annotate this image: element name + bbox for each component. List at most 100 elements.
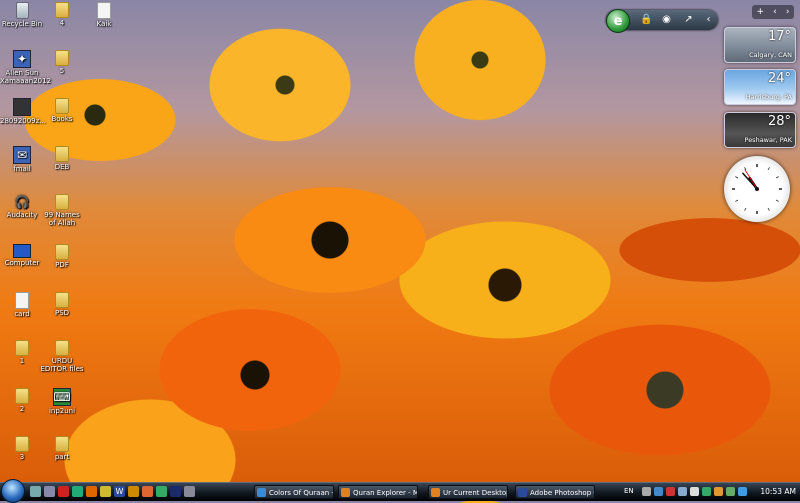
document-icon [13,98,31,116]
weather-city: Harrisburg, PA [745,93,792,101]
document-icon [97,2,111,19]
taskbar-button-colors-of-quraan[interactable]: Colors Of Quraan - ... [254,485,334,499]
prev-gadget-button[interactable]: ‹ [773,7,777,17]
desktop-icon-urdu-editor[interactable]: URDU EDITOR files [40,340,84,373]
desktop-icon-psd[interactable]: PSD [40,292,84,317]
desktop-icon-folder-3[interactable]: 3 [0,436,44,461]
switch-windows-icon[interactable] [44,486,55,497]
weather-temp: 17° [767,29,791,44]
lock-icon[interactable]: 🔒 [640,13,653,26]
show-desktop-icon[interactable] [30,486,41,497]
clock-gadget[interactable] [724,156,790,222]
desktop-icon-part[interactable]: part [40,436,84,461]
desktop-icon-books[interactable]: Books [40,98,84,123]
desktop-icon-pdf[interactable]: PDF [40,244,84,269]
excel-quicklaunch-icon[interactable] [128,486,139,497]
chart-icon[interactable]: ↗ [682,13,695,26]
clock-tick [775,176,779,179]
sidebar-toolbar: + ‹ › [752,5,794,19]
firefox-icon [431,488,440,497]
desktop-icon-label: Kaik [96,20,112,28]
desktop-icon-label: 3 [19,453,25,461]
firefox-quicklaunch-icon[interactable] [142,486,153,497]
tray-help-icon[interactable] [654,487,663,496]
next-gadget-button[interactable]: › [786,7,790,17]
taskbar-button-label: Colors Of Quraan - ... [269,489,334,497]
desktop-icon-folder-5[interactable]: 5 [40,50,84,75]
folder-icon [55,146,69,162]
browser-quicklaunch-icon[interactable] [58,486,69,497]
desktop-icon-label: DEB [54,163,70,171]
taskbar-button-quran-explorer[interactable]: Quran Explorer - Mo... [338,485,418,499]
folder-quicklaunch-icon[interactable] [100,486,111,497]
folder-icon [55,292,69,308]
tray-power-icon[interactable] [726,487,735,496]
taskbar-button-ur-current-desktop[interactable]: Ur Current Desktop ... [428,485,508,499]
app-icon: ✦ [13,50,31,68]
tray-app-icon[interactable] [642,487,651,496]
desktop-icon-label: 1 [19,357,25,365]
taskbar-clock[interactable]: 10:53 AM [760,487,796,496]
taskbar-button-label: Quran Explorer - Mo... [353,489,417,497]
tray-network-icon[interactable] [678,487,687,496]
clock-tick [744,207,747,211]
recycle-bin-icon [15,2,29,19]
arrow-left-icon[interactable]: ‹ [702,13,715,26]
weather-gadget-peshawar[interactable]: 28° Peshawar, PAK [724,112,796,148]
desktop-icon-fmail[interactable]: ✉ fmail [0,146,44,173]
desktop-icon-computer[interactable]: Computer [0,244,44,267]
more-quicklaunch-icon[interactable] [184,486,195,497]
taskbar: W Colors Of Quraan - ... Quran Explorer … [0,479,800,503]
clock-minute-hand [742,172,758,190]
desktop-icon-28092009[interactable]: 28092009z... [0,98,46,125]
clock-tick [767,207,770,211]
media-quicklaunch-icon[interactable] [86,486,97,497]
tray-volume-icon[interactable] [690,487,699,496]
weather-gadget-calgary[interactable]: 17° Calgary, CAN [724,27,796,63]
browser-icon[interactable]: e [606,9,630,33]
desktop-icon-deb[interactable]: DEB [40,146,84,171]
desktop-icon-inp2uni[interactable]: ⌨ inp2uni [40,388,84,415]
desktop-icon-label: fmail [13,165,31,173]
tray-security-icon[interactable] [666,487,675,496]
start-button[interactable] [1,479,25,503]
folder-icon [55,194,69,210]
tray-update-icon[interactable] [714,487,723,496]
desktop-icon-label: 5 [59,67,65,75]
desktop-icon-recycle-bin[interactable]: Recycle Bin [0,2,44,28]
photoshop-quicklaunch-icon[interactable] [170,486,181,497]
word-quicklaunch-icon[interactable]: W [114,486,125,497]
add-gadget-button[interactable]: + [757,7,765,17]
taskbar-button-label: Adobe Photoshop C... [530,489,594,497]
desktop-icon-label: Books [51,115,73,123]
folder-icon [55,2,69,18]
folder-icon [55,340,69,356]
folder-icon [55,244,69,260]
desktop-icon-folder-4[interactable]: 4 [40,2,84,27]
desktop-icon-folder-1[interactable]: 1 [0,340,44,365]
clock-face [732,164,782,214]
desktop-icon-audacity[interactable]: 🎧 Audacity [0,194,44,219]
tray-messenger-icon[interactable] [702,487,711,496]
desktop-icon-label: inp2uni [48,407,76,415]
tray-sync-icon[interactable] [738,487,747,496]
folder-icon [15,436,29,452]
app-icon: ⌨ [53,388,71,406]
desktop-icon-card[interactable]: card [0,292,44,318]
desktop-icon-kaik[interactable]: Kaik [82,2,126,28]
desktop-icon-label: Audacity [6,211,38,219]
language-indicator[interactable]: EN [624,487,634,495]
weather-gadget-harrisburg[interactable]: 24° Harrisburg, PA [724,69,796,105]
desktop-icon-alien-sun[interactable]: ✦ Alien Sun Xamaaan2012 [0,50,51,85]
weather-city: Calgary, CAN [749,51,792,59]
desktop-icon-99-names[interactable]: 99 Names of Allah [40,194,84,227]
desktop-icon-folder-2[interactable]: 2 [0,388,44,413]
clock-second-hand [744,169,758,190]
desktop-icon-label: Recycle Bin [1,20,43,28]
globe-icon[interactable]: ◉ [660,13,673,26]
system-tray: EN 10:53 AM [618,483,800,501]
clock-tick [735,176,739,179]
taskbar-button-adobe-photoshop[interactable]: Adobe Photoshop C... [515,485,595,499]
app-quicklaunch-icon[interactable] [72,486,83,497]
messenger-quicklaunch-icon[interactable] [156,486,167,497]
